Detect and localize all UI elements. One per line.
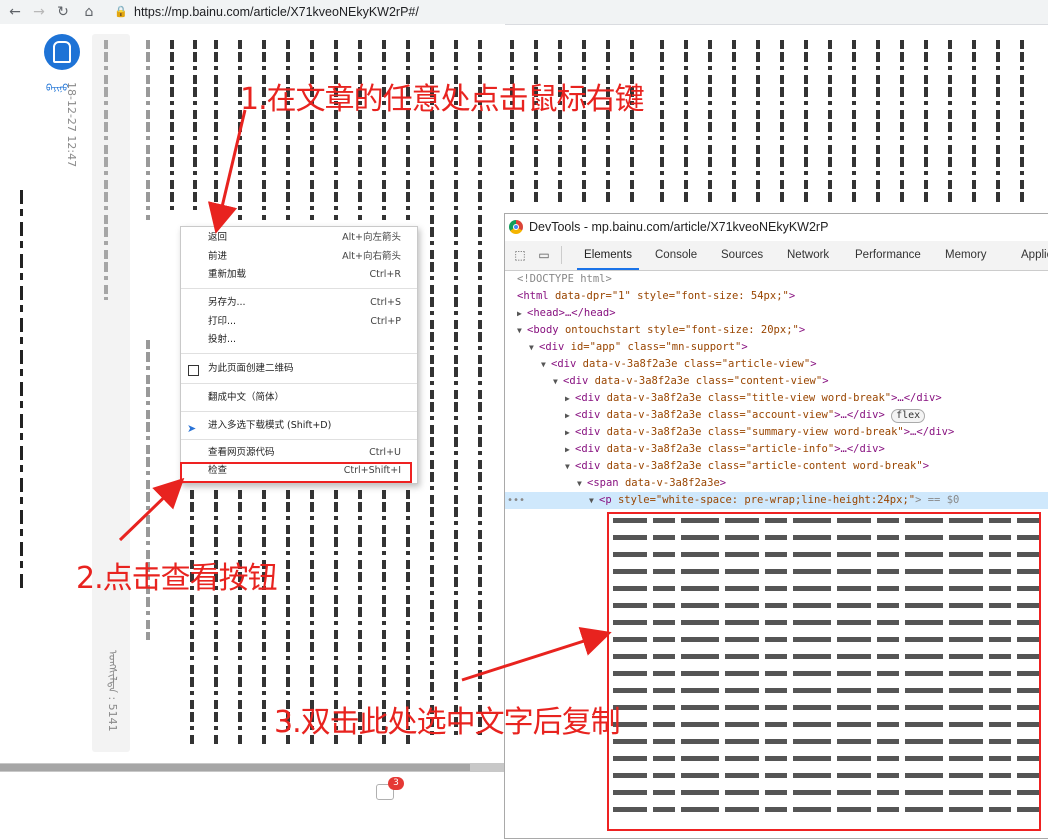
arrow-to-inspect	[118, 477, 185, 542]
annotation-step-2: 2.点击查看按钮	[76, 561, 278, 596]
annotation-step-1: 1.在文章的任意处点击鼠标右键	[240, 82, 645, 117]
arrow-to-page	[207, 109, 247, 234]
annotation-step-3: 3.双击此处选中文字后复制	[274, 705, 621, 740]
arrow-to-text	[461, 627, 612, 682]
